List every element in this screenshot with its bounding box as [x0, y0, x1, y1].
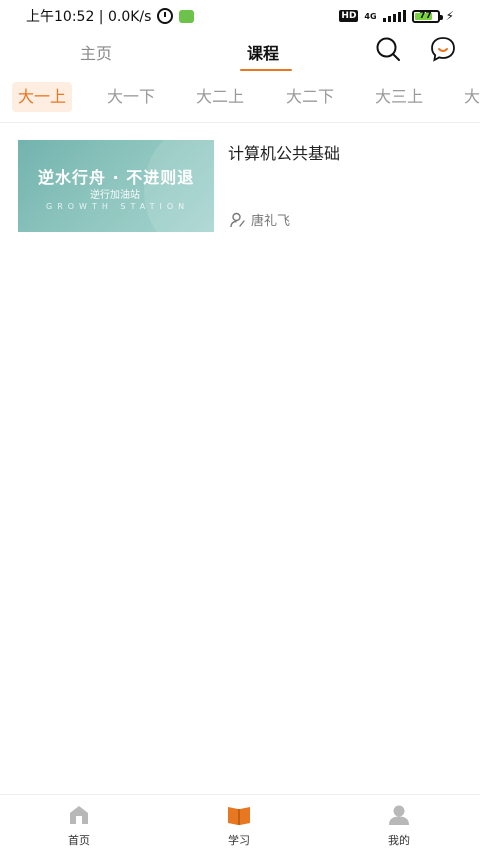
signal-icon [382, 10, 406, 22]
battery-icon: 77 [411, 9, 443, 23]
home-icon [67, 803, 91, 827]
network-type: 4G [364, 11, 377, 21]
tab-course[interactable]: 课程 [247, 40, 279, 64]
status-time: 上午10:52 | 0.0K/s [26, 9, 152, 25]
teacher-name: 唐礼飞 [251, 214, 291, 229]
thumbnail-headline: 逆水行舟 · 不进则退 [38, 168, 195, 187]
semester-tab[interactable]: 大二下 [280, 82, 340, 112]
bottom-nav-home[interactable]: 首页 [49, 803, 109, 848]
bottom-nav-label: 首页 [68, 834, 90, 847]
semester-tab[interactable]: 大一上 [12, 82, 73, 112]
bottom-nav-study[interactable]: 学习 [209, 803, 269, 848]
top-nav: 主页 课程 [0, 32, 480, 74]
course-thumbnail[interactable]: 逆水行舟 · 不进则退 逆行加油站 GROWTH STATION [18, 140, 214, 232]
teacher-info: 唐礼飞 [230, 210, 290, 229]
charging-icon: ⚡ [445, 9, 454, 23]
course-card[interactable]: 逆水行舟 · 不进则退 逆行加油站 GROWTH STATION 计算机公共基础… [18, 138, 462, 234]
bottom-nav: 首页 学习 我的 [0, 794, 480, 854]
divider [0, 122, 480, 123]
profile-icon [387, 803, 411, 827]
thumbnail-caption: GROWTH STATION [46, 202, 190, 211]
semester-tabs: 大一上 大一下 大二上 大二下 大三上 大 [0, 82, 480, 114]
bottom-nav-label: 学习 [228, 834, 250, 847]
hd-indicator: HD [339, 10, 359, 22]
semester-tab[interactable]: 大二上 [190, 82, 250, 112]
thumbnail-subline: 逆行加油站 [90, 190, 140, 201]
chat-bubble-icon[interactable] [430, 36, 456, 62]
status-bar: 上午10:52 | 0.0K/s HD 4G 77 ⚡ [0, 0, 480, 32]
semester-tab[interactable]: 大 [458, 82, 480, 112]
search-icon[interactable] [375, 36, 401, 62]
teacher-icon [230, 212, 246, 228]
active-tab-indicator [240, 69, 292, 71]
app-notification-icon [179, 9, 195, 23]
course-title[interactable]: 计算机公共基础 [228, 140, 340, 164]
bottom-nav-mine[interactable]: 我的 [369, 803, 429, 848]
tab-home[interactable]: 主页 [80, 40, 112, 64]
semester-tab[interactable]: 大一下 [101, 82, 161, 112]
bottom-nav-label: 我的 [388, 834, 410, 847]
semester-tab[interactable]: 大三上 [369, 82, 429, 112]
book-icon [227, 803, 251, 827]
alarm-icon [157, 8, 174, 24]
battery-level: 77 [419, 11, 432, 21]
